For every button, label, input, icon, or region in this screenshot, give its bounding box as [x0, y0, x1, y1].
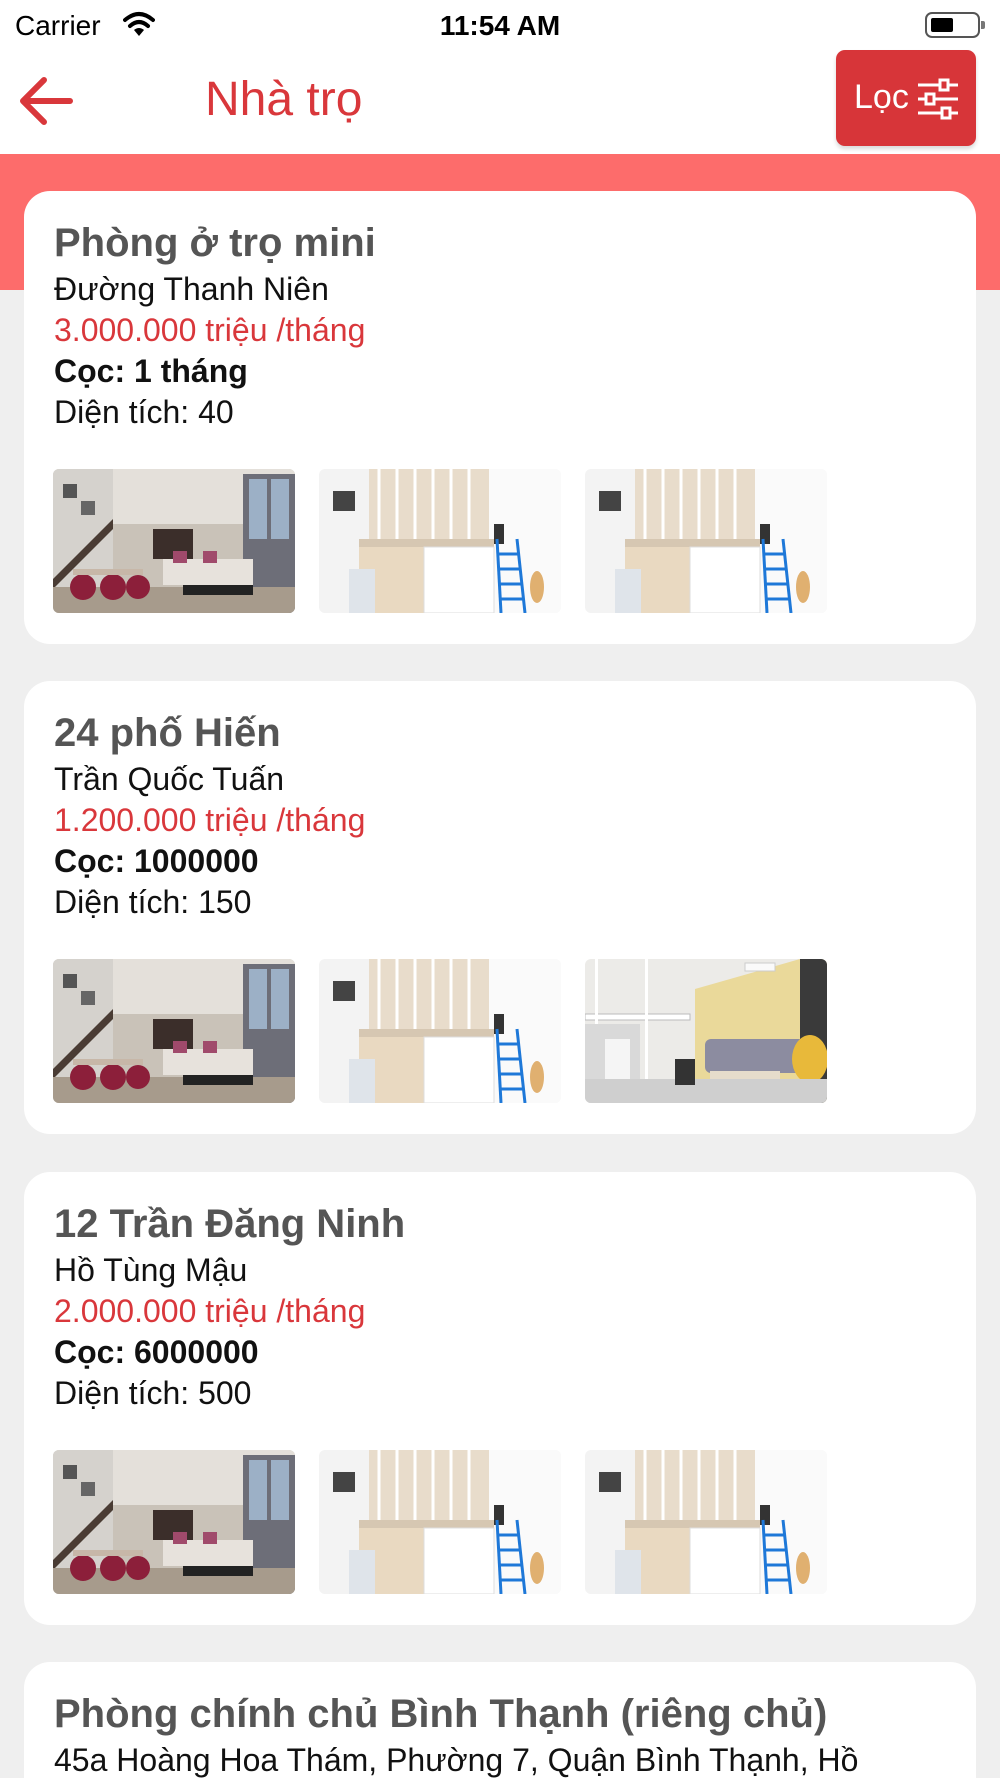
listing-price: 2.000.000 triệu /tháng [54, 1293, 366, 1329]
filter-button-label: Lọc [854, 78, 909, 116]
listing-photo[interactable] [53, 1450, 295, 1594]
listing-street: Trần Quốc Tuấn [54, 761, 285, 797]
listing-photo[interactable] [585, 1450, 827, 1594]
listing-photo[interactable] [319, 959, 561, 1103]
nav-bar: Nhà trọ Lọc [0, 50, 1000, 154]
listing-title: Phòng chính chủ Bình Thạnh (riêng chủ) [54, 1692, 828, 1736]
listing-card[interactable]: Phòng ở trọ mini Đường Thanh Niên 3.000.… [24, 191, 976, 644]
listing-card[interactable]: 24 phố Hiến Trần Quốc Tuấn 1.200.000 tri… [24, 681, 976, 1134]
listing-deposit: Cọc: 6000000 [54, 1334, 259, 1370]
listing-card[interactable]: Phòng chính chủ Bình Thạnh (riêng chủ) 4… [24, 1662, 976, 1778]
listing-photo[interactable] [53, 469, 295, 613]
clock: 11:54 AM [439, 10, 561, 41]
listing-photo[interactable] [319, 1450, 561, 1594]
listing-photo[interactable] [53, 959, 295, 1103]
status-bar: Carrier 11:54 AM [0, 0, 1000, 50]
listing-price: 3.000.000 triệu /tháng [54, 312, 366, 348]
battery-icon [925, 12, 985, 38]
listing-street: Hồ Tùng Mậu [54, 1252, 248, 1288]
filter-button[interactable]: Lọc [836, 50, 976, 146]
listing-deposit: Cọc: 1 tháng [54, 353, 248, 389]
listing-photo[interactable] [319, 469, 561, 613]
back-arrow-icon[interactable] [18, 72, 76, 130]
listing-area: Diện tích: 40 [54, 394, 234, 430]
listing-area: Diện tích: 500 [54, 1375, 252, 1411]
sliders-icon [918, 78, 958, 120]
listing-photo[interactable] [585, 959, 827, 1103]
listing-title: 12 Trần Đăng Ninh [54, 1202, 406, 1246]
listing-street: Đường Thanh Niên [54, 271, 329, 307]
listing-street: 45a Hoàng Hoa Thám, Phường 7, Quận Bình … [54, 1742, 859, 1778]
listing-price: 1.200.000 triệu /tháng [54, 802, 366, 838]
listing-area: Diện tích: 150 [54, 884, 252, 920]
listing-photo[interactable] [585, 469, 827, 613]
listing-title: Phòng ở trọ mini [54, 221, 376, 265]
listing-deposit: Cọc: 1000000 [54, 843, 259, 879]
listing-title: 24 phố Hiến [54, 711, 281, 755]
listing-card[interactable]: 12 Trần Đăng Ninh Hồ Tùng Mậu 2.000.000 … [24, 1172, 976, 1625]
page-title: Nhà trọ [205, 73, 363, 126]
